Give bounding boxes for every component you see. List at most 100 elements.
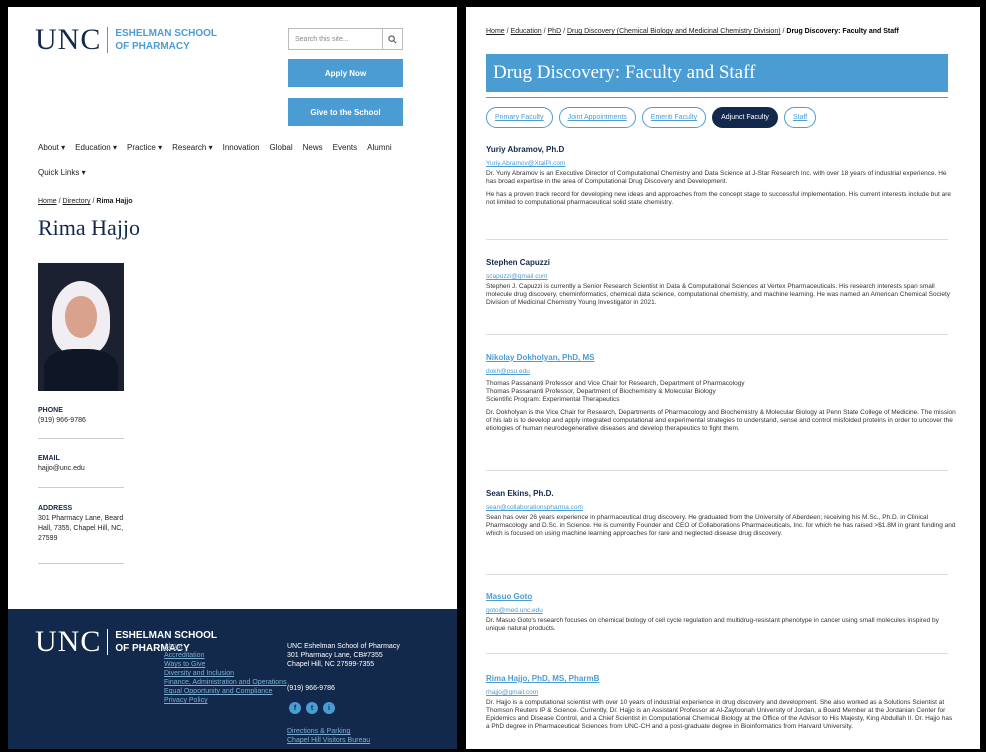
divider: [38, 438, 124, 439]
faculty-email[interactable]: rhajjo@gmail.com: [486, 689, 956, 696]
faculty-name: Stephen Capuzzi: [486, 258, 551, 267]
divider: [486, 653, 948, 654]
faculty-bio: Dr. Dokholyan is the Vice Chair for Rese…: [486, 409, 956, 432]
nav-education[interactable]: Education ▾: [75, 143, 117, 152]
faculty-name: Yuriy Abramov, Ph.D: [486, 145, 565, 154]
tab-emeriti-faculty[interactable]: Emeriti Faculty: [641, 107, 707, 128]
divider: [486, 470, 948, 471]
faculty-bio: Dr. Hajjo is a computational scientist w…: [486, 699, 953, 730]
main-nav: About ▾ Education ▾ Practice ▾ Research …: [38, 143, 402, 152]
breadcrumb-current: Rima Hajjo: [96, 198, 133, 205]
give-to-school-button[interactable]: Give to the School: [288, 98, 403, 126]
footer-link[interactable]: Privacy Policy: [164, 696, 287, 705]
email-value[interactable]: hajjo@unc.edu: [38, 464, 126, 474]
breadcrumb: Home / Education / PhD / Drug Discovery …: [486, 28, 899, 35]
tab-adjunct-faculty[interactable]: Adjunct Faculty: [712, 107, 778, 128]
faculty-email[interactable]: sean@collaborationspharma.com: [486, 504, 956, 511]
footer-address-line: 301 Pharmacy Lane, CB#7355: [287, 652, 383, 659]
breadcrumb-directory[interactable]: Directory: [63, 198, 91, 205]
faculty-role: Scientific Program: Experimental Therape…: [486, 396, 620, 403]
unc-pharmacy-logo[interactable]: UNC ESHELMAN SCHOOL OF PHARMACY: [35, 23, 217, 57]
school-name: ESHELMAN SCHOOL OF PHARMACY: [107, 27, 217, 53]
nav-practice[interactable]: Practice ▾: [127, 143, 162, 152]
page-title: Drug Discovery: Faculty and Staff: [486, 54, 948, 92]
faculty-bio: Sean has over 26 years experience in pha…: [486, 514, 956, 537]
divider: [486, 334, 948, 335]
school-line-1: ESHELMAN SCHOOL: [115, 28, 218, 39]
search-button[interactable]: [382, 29, 402, 49]
address-value: 301 Pharmacy Lane, Beard Hall, 7355, Cha…: [38, 515, 124, 542]
facebook-icon[interactable]: f: [289, 702, 301, 714]
divider: [38, 487, 124, 488]
nav-innovation[interactable]: Innovation: [223, 143, 260, 152]
footer-link[interactable]: Directions & Parking: [287, 727, 370, 736]
faculty-bio: He has a proven track record for develop…: [486, 191, 952, 206]
faculty-email[interactable]: dokh@psu.edu: [486, 368, 956, 375]
footer-link[interactable]: Finance, Administration and Operations: [164, 678, 287, 687]
apply-now-button[interactable]: Apply Now: [288, 59, 403, 87]
search-input[interactable]: Search this site...: [289, 36, 382, 43]
faculty-name[interactable]: Rima Hajjo, PhD, MS, PharmB: [486, 674, 956, 683]
nav-alumni[interactable]: Alumni: [367, 143, 391, 152]
faculty-role: Thomas Passananti Professor and Vice Cha…: [486, 380, 745, 387]
faculty-bio: Stephen J. Capuzzi is currently a Senior…: [486, 283, 950, 306]
footer-link[interactable]: Ways to Give: [164, 660, 287, 669]
email-label: EMAIL: [38, 455, 60, 462]
tab-joint-appointments[interactable]: Joint Appointments: [558, 107, 636, 128]
breadcrumb-division[interactable]: Drug Discovery (Chemical Biology and Med…: [567, 28, 781, 35]
breadcrumb-education[interactable]: Education: [511, 28, 542, 35]
faculty-entry: Stephen Capuzzi scapuzzi@gmail.com Steph…: [486, 258, 956, 307]
faculty-tabs: Primary Faculty Joint Appointments Emeri…: [486, 107, 822, 128]
phone-label: PHONE: [38, 407, 63, 414]
footer-link[interactable]: About: [164, 642, 287, 651]
faculty-entry: Sean Ekins, Ph.D. sean@collaborationspha…: [486, 489, 956, 538]
divider: [486, 574, 948, 575]
tab-staff[interactable]: Staff: [783, 107, 817, 128]
address-block: ADDRESS 301 Pharmacy Lane, Beard Hall, 7…: [38, 504, 126, 544]
phone-block: PHONE (919) 966-9786: [38, 406, 126, 426]
faculty-entry: Nikolay Dokholyan, PhD, MS dokh@psu.edu …: [486, 353, 956, 433]
faculty-name: Sean Ekins, Ph.D.: [486, 489, 554, 498]
footer-unc-wordmark: UNC: [35, 625, 102, 658]
footer-phone: (919) 966-9786: [287, 685, 335, 692]
breadcrumb-home[interactable]: Home: [38, 198, 57, 205]
faculty-name[interactable]: Masuo Goto: [486, 592, 956, 601]
nav-news[interactable]: News: [303, 143, 323, 152]
breadcrumb-current: Drug Discovery: Faculty and Staff: [786, 28, 899, 35]
nav-global[interactable]: Global: [270, 143, 293, 152]
footer-link[interactable]: Chapel Hill Visitors Bureau: [287, 736, 370, 745]
footer-link[interactable]: Accreditation: [164, 651, 287, 660]
breadcrumb-home[interactable]: Home: [486, 28, 505, 35]
faculty-entry: Rima Hajjo, PhD, MS, PharmB rhajjo@gmail…: [486, 674, 956, 731]
email-block: EMAIL hajjo@unc.edu: [38, 454, 126, 474]
footer-address-line: Chapel Hill, NC 27599-7355: [287, 661, 375, 668]
faculty-name[interactable]: Nikolay Dokholyan, PhD, MS: [486, 353, 956, 362]
nav-about[interactable]: About ▾: [38, 143, 65, 152]
faculty-email[interactable]: Yuriy.Abramov@XtalPi.com: [486, 160, 956, 167]
footer-address: UNC Eshelman School of Pharmacy 301 Phar…: [287, 642, 400, 669]
footer-link[interactable]: Diversity and Inclusion: [164, 669, 287, 678]
nav-research[interactable]: Research ▾: [172, 143, 212, 152]
phone-value: (919) 966-9786: [38, 417, 86, 424]
twitter-icon[interactable]: t: [306, 702, 318, 714]
breadcrumb-phd[interactable]: PhD: [548, 28, 562, 35]
faculty-bio: Dr. Masuo Goto's research focuses on che…: [486, 617, 939, 632]
search-icon: [388, 34, 397, 43]
instagram-icon[interactable]: i: [323, 702, 335, 714]
nav-events[interactable]: Events: [333, 143, 357, 152]
left-screenshot-panel: UNC ESHELMAN SCHOOL OF PHARMACY Search t…: [8, 7, 457, 749]
site-footer: UNC ESHELMAN SCHOOL OF PHARMACY About Ac…: [8, 609, 457, 749]
site-search[interactable]: Search this site...: [288, 28, 403, 50]
faculty-role: Thomas Passananti Professor, Department …: [486, 388, 716, 395]
right-screenshot-panel: Home / Education / PhD / Drug Discovery …: [466, 7, 980, 749]
tab-primary-faculty[interactable]: Primary Faculty: [486, 107, 553, 128]
quick-links-menu[interactable]: Quick Links ▾: [38, 168, 86, 177]
faculty-email[interactable]: scapuzzi@gmail.com: [486, 273, 956, 280]
faculty-email[interactable]: goto@med.unc.edu: [486, 607, 956, 614]
divider: [38, 563, 124, 564]
footer-visit-links: Directions & Parking Chapel Hill Visitor…: [287, 727, 370, 745]
page-title: Rima Hajjo: [38, 215, 141, 240]
address-label: ADDRESS: [38, 505, 73, 512]
footer-link[interactable]: Equal Opportunity and Compliance: [164, 687, 287, 696]
school-line-2: OF PHARMACY: [115, 41, 190, 52]
